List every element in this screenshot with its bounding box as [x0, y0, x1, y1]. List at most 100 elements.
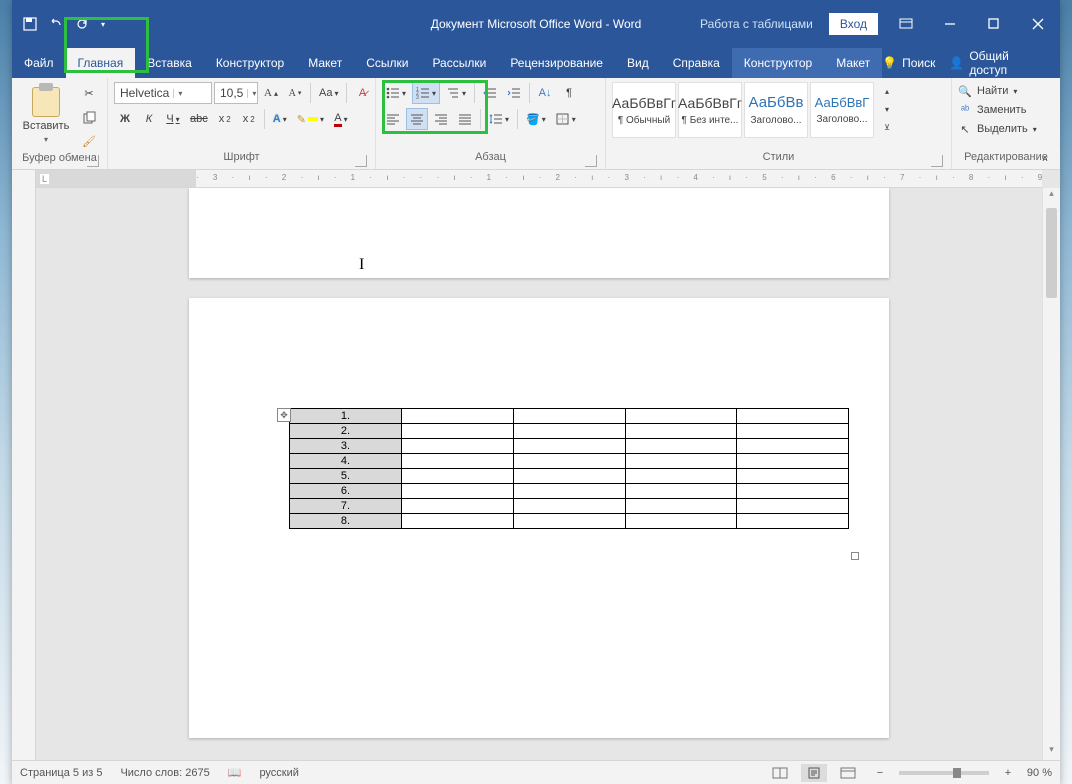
styles-launcher[interactable] — [931, 155, 943, 167]
shrink-font-button[interactable]: A▾ — [284, 82, 306, 104]
qat-customize-icon[interactable]: ▾ — [96, 12, 110, 36]
table-cell[interactable] — [402, 484, 514, 499]
clipboard-launcher[interactable] — [87, 155, 99, 167]
maximize-button[interactable] — [972, 9, 1016, 39]
scrollbar-thumb[interactable] — [1046, 208, 1057, 298]
table-cell[interactable] — [625, 424, 737, 439]
status-language[interactable]: русский — [259, 767, 298, 779]
table-row[interactable]: 3. — [290, 439, 849, 454]
table-cell-number[interactable]: 1. — [290, 409, 402, 424]
tab-file[interactable]: Файл — [12, 48, 66, 78]
table-cell[interactable] — [513, 424, 625, 439]
tab-table-layout[interactable]: Макет — [824, 48, 882, 78]
table-row[interactable]: 4. — [290, 454, 849, 469]
paragraph-launcher[interactable] — [585, 155, 597, 167]
view-print-layout[interactable] — [801, 764, 827, 782]
table-cell-number[interactable]: 3. — [290, 439, 402, 454]
table-cell-number[interactable]: 2. — [290, 424, 402, 439]
vertical-ruler[interactable] — [12, 170, 36, 760]
table-cell[interactable] — [513, 484, 625, 499]
tab-insert[interactable]: Вставка — [135, 48, 204, 78]
table-cell[interactable] — [513, 469, 625, 484]
table-cell[interactable] — [737, 514, 849, 529]
table-cell-number[interactable]: 7. — [290, 499, 402, 514]
italic-button[interactable]: К — [138, 108, 160, 130]
close-button[interactable] — [1016, 9, 1060, 39]
tab-help[interactable]: Справка — [661, 48, 732, 78]
bullets-button[interactable]: ▾ — [382, 82, 410, 104]
table-cell[interactable] — [402, 469, 514, 484]
table-cell[interactable] — [625, 499, 737, 514]
table-cell-number[interactable]: 5. — [290, 469, 402, 484]
tab-home[interactable]: Главная — [66, 48, 136, 78]
minimize-button[interactable] — [928, 9, 972, 39]
grow-font-button[interactable]: A▴ — [260, 82, 282, 104]
zoom-slider[interactable] — [899, 771, 989, 775]
horizontal-ruler[interactable]: L · 3 · ı · 2 · ı · 1 · ı · · · ı · 1 · … — [36, 170, 1042, 188]
tab-table-design[interactable]: Конструктор — [732, 48, 824, 78]
table-cell-number[interactable]: 8. — [290, 514, 402, 529]
table-cell[interactable] — [402, 454, 514, 469]
numbering-button[interactable]: 123▾ — [412, 82, 440, 104]
style-heading2[interactable]: АаБбВвГЗаголово... — [810, 82, 874, 138]
styles-row-up[interactable]: ▴ — [876, 82, 898, 100]
find-button[interactable]: 🔍Найти▾ — [958, 82, 1017, 100]
tab-layout[interactable]: Макет — [296, 48, 354, 78]
status-proofing-icon[interactable]: 📖 — [228, 766, 242, 779]
table-cell[interactable] — [625, 469, 737, 484]
font-size-combo[interactable]: 10,5▾ — [214, 82, 258, 104]
highlight-button[interactable]: ✎▾ — [293, 108, 328, 130]
replace-button[interactable]: ᵃᵇЗаменить — [958, 101, 1026, 119]
table-cell[interactable] — [625, 409, 737, 424]
scroll-up-icon[interactable]: ▴ — [1043, 188, 1060, 204]
table-row[interactable]: 7. — [290, 499, 849, 514]
text-effects-button[interactable]: A▾ — [269, 108, 291, 130]
styles-expand[interactable]: ⊻ — [876, 118, 898, 136]
table-cell[interactable] — [402, 409, 514, 424]
table-cell[interactable] — [625, 439, 737, 454]
table-row[interactable]: 5. — [290, 469, 849, 484]
tab-references[interactable]: Ссылки — [354, 48, 420, 78]
table-cell[interactable] — [737, 454, 849, 469]
zoom-out-button[interactable]: − — [869, 765, 891, 781]
increase-indent-button[interactable] — [503, 82, 525, 104]
tab-mailings[interactable]: Рассылки — [420, 48, 498, 78]
zoom-in-button[interactable]: + — [997, 765, 1019, 781]
table-cell[interactable] — [402, 439, 514, 454]
font-name-combo[interactable]: Helvetica▾ — [114, 82, 212, 104]
style-heading1[interactable]: АаБбВвЗаголово... — [744, 82, 808, 138]
undo-button[interactable] — [44, 12, 68, 36]
table-row[interactable]: 1. — [290, 409, 849, 424]
styles-row-down[interactable]: ▾ — [876, 100, 898, 118]
document-scroll[interactable]: I ✥ 1.2.3.4.5.6.7.8. — [36, 188, 1042, 760]
sort-button[interactable]: A↓ — [534, 82, 556, 104]
select-button[interactable]: ↖Выделить▾ — [958, 120, 1037, 138]
tell-me-search[interactable]: 💡Поиск — [882, 56, 935, 70]
ribbon-display-options[interactable] — [884, 9, 928, 39]
change-case-button[interactable]: Aa▾ — [315, 82, 342, 104]
table-cell[interactable] — [513, 439, 625, 454]
borders-button[interactable]: ▾ — [552, 108, 580, 130]
table-cell[interactable] — [402, 424, 514, 439]
line-spacing-button[interactable]: ▾ — [485, 108, 513, 130]
table-cell[interactable] — [513, 499, 625, 514]
view-web-layout[interactable] — [835, 764, 861, 782]
copy-button[interactable] — [78, 106, 100, 128]
table-cell[interactable] — [737, 439, 849, 454]
underline-button[interactable]: Ч▾ — [162, 108, 184, 130]
align-right-button[interactable] — [430, 108, 452, 130]
table-cell[interactable] — [737, 424, 849, 439]
page-current[interactable]: ✥ 1.2.3.4.5.6.7.8. — [189, 298, 889, 738]
table-row[interactable]: 2. — [290, 424, 849, 439]
align-center-button[interactable] — [406, 108, 428, 130]
font-color-button[interactable]: A▾ — [330, 108, 352, 130]
subscript-button[interactable]: x2 — [214, 108, 236, 130]
signin-button[interactable]: Вход — [829, 13, 878, 35]
status-wordcount[interactable]: Число слов: 2675 — [120, 767, 209, 779]
decrease-indent-button[interactable] — [479, 82, 501, 104]
view-read-mode[interactable] — [767, 764, 793, 782]
tab-selector[interactable]: L — [40, 174, 49, 184]
multilevel-list-button[interactable]: ▾ — [442, 82, 470, 104]
share-button[interactable]: 👤Общий доступ — [949, 49, 1048, 77]
table-cell[interactable] — [625, 484, 737, 499]
